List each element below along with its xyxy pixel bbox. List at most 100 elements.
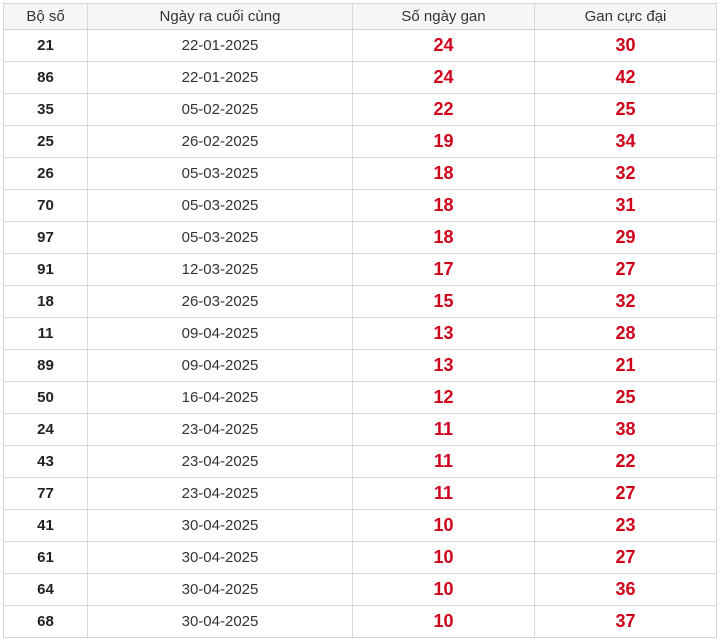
cell-bo-so: 41 — [3, 509, 88, 542]
cell-gan-cuc-dai: 27 — [534, 477, 717, 510]
cell-ngay-ra-cuoi-cung: 09-04-2025 — [87, 317, 353, 350]
cell-gan-cuc-dai: 23 — [534, 509, 717, 542]
cell-gan-cuc-dai: 30 — [534, 29, 717, 62]
table-row: 64 30-04-2025 10 36 — [3, 573, 717, 606]
cell-so-ngay-gan: 11 — [352, 413, 535, 446]
cell-ngay-ra-cuoi-cung: 23-04-2025 — [87, 413, 353, 446]
lo-gan-table-container: Bộ số Ngày ra cuối cùng Số ngày gan Gan … — [3, 3, 717, 638]
cell-bo-so: 21 — [3, 29, 88, 62]
cell-so-ngay-gan: 17 — [352, 253, 535, 286]
cell-bo-so: 61 — [3, 541, 88, 574]
cell-gan-cuc-dai: 28 — [534, 317, 717, 350]
cell-gan-cuc-dai: 34 — [534, 125, 717, 158]
cell-bo-so: 68 — [3, 605, 88, 638]
table-row: 70 05-03-2025 18 31 — [3, 189, 717, 222]
cell-gan-cuc-dai: 32 — [534, 157, 717, 190]
table-row: 21 22-01-2025 24 30 — [3, 29, 717, 62]
cell-ngay-ra-cuoi-cung: 26-03-2025 — [87, 285, 353, 318]
cell-bo-so: 64 — [3, 573, 88, 606]
cell-gan-cuc-dai: 25 — [534, 381, 717, 414]
cell-so-ngay-gan: 10 — [352, 541, 535, 574]
cell-so-ngay-gan: 11 — [352, 445, 535, 478]
cell-bo-so: 89 — [3, 349, 88, 382]
cell-so-ngay-gan: 13 — [352, 317, 535, 350]
cell-bo-so: 70 — [3, 189, 88, 222]
table-row: 91 12-03-2025 17 27 — [3, 253, 717, 286]
table-body: 21 22-01-2025 24 30 86 22-01-2025 24 42 35 05-02-… — [3, 29, 717, 638]
header-so-ngay-gan: Số ngày gan — [352, 3, 535, 30]
cell-so-ngay-gan: 13 — [352, 349, 535, 382]
cell-so-ngay-gan: 12 — [352, 381, 535, 414]
cell-ngay-ra-cuoi-cung: 05-03-2025 — [87, 189, 353, 222]
cell-ngay-ra-cuoi-cung: 22-01-2025 — [87, 29, 353, 62]
header-row: Bộ số Ngày ra cuối cùng Số ngày gan Gan … — [3, 3, 717, 30]
cell-ngay-ra-cuoi-cung: 16-04-2025 — [87, 381, 353, 414]
table-row: 97 05-03-2025 18 29 — [3, 221, 717, 254]
table-row: 77 23-04-2025 11 27 — [3, 477, 717, 510]
cell-gan-cuc-dai: 37 — [534, 605, 717, 638]
header-bo-so: Bộ số — [3, 3, 88, 30]
table-row: 18 26-03-2025 15 32 — [3, 285, 717, 318]
cell-gan-cuc-dai: 31 — [534, 189, 717, 222]
cell-ngay-ra-cuoi-cung: 26-02-2025 — [87, 125, 353, 158]
cell-so-ngay-gan: 22 — [352, 93, 535, 126]
cell-so-ngay-gan: 19 — [352, 125, 535, 158]
cell-ngay-ra-cuoi-cung: 30-04-2025 — [87, 605, 353, 638]
cell-so-ngay-gan: 18 — [352, 157, 535, 190]
cell-gan-cuc-dai: 27 — [534, 253, 717, 286]
header-ngay-ra-cuoi-cung: Ngày ra cuối cùng — [87, 3, 353, 30]
cell-bo-so: 35 — [3, 93, 88, 126]
cell-ngay-ra-cuoi-cung: 23-04-2025 — [87, 477, 353, 510]
table-row: 89 09-04-2025 13 21 — [3, 349, 717, 382]
cell-ngay-ra-cuoi-cung: 30-04-2025 — [87, 509, 353, 542]
cell-so-ngay-gan: 15 — [352, 285, 535, 318]
cell-ngay-ra-cuoi-cung: 05-03-2025 — [87, 157, 353, 190]
table-row: 61 30-04-2025 10 27 — [3, 541, 717, 574]
cell-gan-cuc-dai: 42 — [534, 61, 717, 94]
cell-bo-so: 43 — [3, 445, 88, 478]
cell-bo-so: 18 — [3, 285, 88, 318]
cell-ngay-ra-cuoi-cung: 30-04-2025 — [87, 541, 353, 574]
cell-ngay-ra-cuoi-cung: 22-01-2025 — [87, 61, 353, 94]
cell-ngay-ra-cuoi-cung: 23-04-2025 — [87, 445, 353, 478]
cell-ngay-ra-cuoi-cung: 12-03-2025 — [87, 253, 353, 286]
cell-gan-cuc-dai: 32 — [534, 285, 717, 318]
cell-gan-cuc-dai: 36 — [534, 573, 717, 606]
cell-gan-cuc-dai: 29 — [534, 221, 717, 254]
cell-bo-so: 24 — [3, 413, 88, 446]
table-row: 43 23-04-2025 11 22 — [3, 445, 717, 478]
cell-gan-cuc-dai: 27 — [534, 541, 717, 574]
table-row: 86 22-01-2025 24 42 — [3, 61, 717, 94]
cell-so-ngay-gan: 11 — [352, 477, 535, 510]
table-row: 35 05-02-2025 22 25 — [3, 93, 717, 126]
cell-gan-cuc-dai: 25 — [534, 93, 717, 126]
cell-ngay-ra-cuoi-cung: 30-04-2025 — [87, 573, 353, 606]
table-row: 25 26-02-2025 19 34 — [3, 125, 717, 158]
cell-so-ngay-gan: 18 — [352, 189, 535, 222]
cell-so-ngay-gan: 18 — [352, 221, 535, 254]
table-row: 68 30-04-2025 10 37 — [3, 605, 717, 638]
cell-gan-cuc-dai: 22 — [534, 445, 717, 478]
cell-bo-so: 91 — [3, 253, 88, 286]
cell-bo-so: 97 — [3, 221, 88, 254]
cell-bo-so: 86 — [3, 61, 88, 94]
table-row: 11 09-04-2025 13 28 — [3, 317, 717, 350]
table-row: 41 30-04-2025 10 23 — [3, 509, 717, 542]
table-row: 24 23-04-2025 11 38 — [3, 413, 717, 446]
cell-bo-so: 50 — [3, 381, 88, 414]
cell-so-ngay-gan: 10 — [352, 509, 535, 542]
lo-gan-table: Bộ số Ngày ra cuối cùng Số ngày gan Gan … — [3, 3, 717, 638]
cell-gan-cuc-dai: 21 — [534, 349, 717, 382]
cell-so-ngay-gan: 10 — [352, 605, 535, 638]
table-header: Bộ số Ngày ra cuối cùng Số ngày gan Gan … — [3, 3, 717, 30]
header-gan-cuc-dai: Gan cực đại — [534, 3, 717, 30]
cell-ngay-ra-cuoi-cung: 05-03-2025 — [87, 221, 353, 254]
cell-bo-so: 25 — [3, 125, 88, 158]
table-row: 26 05-03-2025 18 32 — [3, 157, 717, 190]
cell-bo-so: 11 — [3, 317, 88, 350]
table-row: 50 16-04-2025 12 25 — [3, 381, 717, 414]
cell-gan-cuc-dai: 38 — [534, 413, 717, 446]
cell-so-ngay-gan: 10 — [352, 573, 535, 606]
cell-bo-so: 26 — [3, 157, 88, 190]
cell-so-ngay-gan: 24 — [352, 29, 535, 62]
